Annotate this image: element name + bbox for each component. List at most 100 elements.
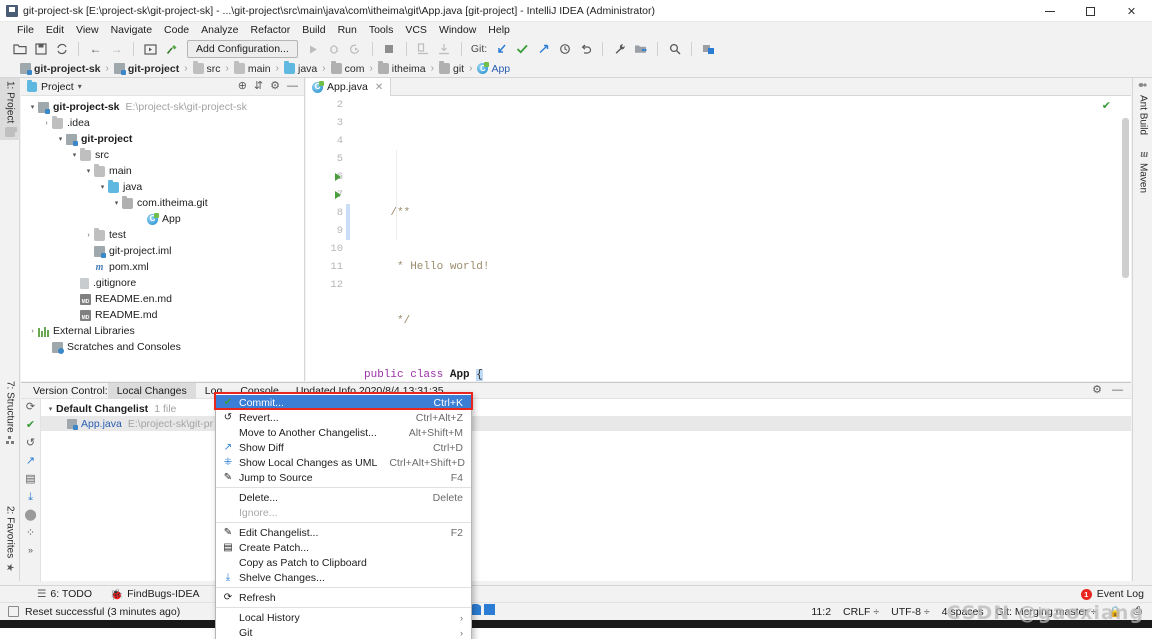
history-icon[interactable] xyxy=(555,40,574,59)
file-encoding[interactable]: UTF-8 ÷ xyxy=(891,606,929,618)
twisty-icon[interactable]: ▾ xyxy=(45,405,56,413)
context-menu-item-local-history[interactable]: Local History › xyxy=(216,610,471,625)
tree-item-git-project-iml[interactable]: git-project.iml xyxy=(21,243,304,259)
show-diff-icon[interactable]: ↗ xyxy=(26,456,35,467)
twisty-icon[interactable]: ▾ xyxy=(97,183,108,191)
minimize-button[interactable] xyxy=(1029,0,1070,22)
context-menu-item-edit-changelist[interactable]: ✎ Edit Changelist... F2 xyxy=(216,525,471,540)
git-commit-icon[interactable] xyxy=(513,40,532,59)
run-configurations-icon[interactable] xyxy=(141,40,160,59)
context-menu-item-git[interactable]: Git › xyxy=(216,625,471,639)
settings-gear-icon[interactable]: ⚙ xyxy=(270,81,280,92)
context-menu-item-show-diff[interactable]: ↗ Show Diff Ctrl+D xyxy=(216,440,471,455)
tree-item-java[interactable]: ▾ java xyxy=(21,179,304,195)
git-branch-widget[interactable]: Git: Merging master ÷ xyxy=(996,606,1097,618)
save-all-icon[interactable] xyxy=(31,40,50,59)
tree-item-scratches-and-consoles[interactable]: Scratches and Consoles xyxy=(21,339,304,355)
ignore-icon[interactable]: ⬤ xyxy=(24,510,36,521)
twisty-icon[interactable]: ▾ xyxy=(111,199,122,207)
stop-icon[interactable] xyxy=(380,40,399,59)
breadcrumb-item-git[interactable]: git xyxy=(439,61,464,75)
context-menu-item-revert[interactable]: ↺ Revert... Ctrl+Alt+Z xyxy=(216,410,471,425)
sync-refresh-icon[interactable] xyxy=(52,40,71,59)
breadcrumb-item-itheima[interactable]: itheima xyxy=(377,61,426,75)
context-menu-item-refresh[interactable]: ⟳ Refresh xyxy=(216,590,471,605)
group-by-icon[interactable]: ⁘ xyxy=(26,528,35,539)
shelve-icon[interactable]: ⤓ xyxy=(28,492,33,503)
stop-all-icon[interactable] xyxy=(414,40,433,59)
run-icon[interactable] xyxy=(304,40,323,59)
back-arrow-icon[interactable]: ← xyxy=(86,40,105,59)
menu-run[interactable]: Run xyxy=(332,24,363,36)
menu-vcs[interactable]: VCS xyxy=(399,24,433,36)
menu-view[interactable]: View xyxy=(70,24,105,36)
menu-refactor[interactable]: Refactor xyxy=(245,24,297,36)
git-update-icon[interactable] xyxy=(492,40,511,59)
inspections-icon[interactable]: ⎙ xyxy=(1134,605,1142,618)
profile-icon[interactable] xyxy=(435,40,454,59)
refresh-icon[interactable]: ⟳ xyxy=(26,402,35,413)
rollback-icon[interactable] xyxy=(576,40,595,59)
run-gutter-icon[interactable] xyxy=(333,190,343,200)
run-gutter-icon[interactable] xyxy=(333,172,343,182)
breadcrumb-item-com[interactable]: com xyxy=(330,61,364,75)
add-configuration-button[interactable]: Add Configuration... xyxy=(187,40,298,58)
twisty-icon[interactable]: › xyxy=(41,120,52,127)
changelist-row[interactable]: ▾ Default Changelist 1 file xyxy=(41,401,1131,416)
edit-changelist-icon[interactable]: ▤ xyxy=(25,474,35,485)
twisty-icon[interactable]: ▾ xyxy=(69,151,80,159)
tab-local-changes[interactable]: Local Changes xyxy=(107,382,196,399)
tree-item-readme-md[interactable]: MD README.md xyxy=(21,307,304,323)
sidebar-item-structure[interactable]: 7: Structure xyxy=(0,378,20,450)
tree-item-readme-en-md[interactable]: MD README.en.md xyxy=(21,291,304,307)
project-structure-icon[interactable] xyxy=(631,40,650,59)
code-area[interactable]: 2 3 4 5 6 7 8 9 10 11 12 xyxy=(306,96,1131,597)
inspection-status-icon[interactable]: ✔ xyxy=(1102,98,1111,116)
build-hammer-icon[interactable] xyxy=(162,40,181,59)
grid-icon[interactable] xyxy=(484,604,495,615)
settings-wrench-icon[interactable] xyxy=(610,40,629,59)
sidebar-item-favorites[interactable]: 2: Favorites ★ xyxy=(0,503,20,575)
twisty-icon[interactable]: ▾ xyxy=(27,103,38,111)
tab-findbugs-idea[interactable]: 🐞 FindBugs-IDEA xyxy=(101,588,208,601)
event-log-area[interactable]: 1 Event Log xyxy=(1080,588,1152,600)
twisty-icon[interactable]: ▾ xyxy=(55,135,66,143)
sidebar-item-project[interactable]: 1: Project xyxy=(0,78,20,141)
menu-tools[interactable]: Tools xyxy=(363,24,400,36)
context-menu-item-create-patch[interactable]: ▤ Create Patch... xyxy=(216,540,471,555)
breadcrumb-item-main[interactable]: main xyxy=(233,61,271,75)
context-menu-item-copy-as-patch-to-clipboard[interactable]: Copy as Patch to Clipboard xyxy=(216,555,471,570)
menu-navigate[interactable]: Navigate xyxy=(105,24,158,36)
menu-code[interactable]: Code xyxy=(158,24,195,36)
twisty-icon[interactable]: › xyxy=(83,232,94,239)
more-icon[interactable]: » xyxy=(28,546,33,555)
commit-check-icon[interactable]: ✔ xyxy=(26,420,35,431)
breadcrumb-item-src[interactable]: src xyxy=(192,61,221,75)
close-icon[interactable]: ✕ xyxy=(375,82,383,93)
sidebar-item-maven[interactable]: m Maven xyxy=(1133,146,1152,196)
menu-analyze[interactable]: Analyze xyxy=(195,24,244,36)
tree-item-git-project[interactable]: ▾ git-project xyxy=(21,131,304,147)
debug-icon[interactable] xyxy=(325,40,344,59)
editor-scrollbar[interactable] xyxy=(1122,118,1129,278)
menu-window[interactable]: Window xyxy=(433,24,482,36)
context-menu-item-shelve-changes[interactable]: ⤓ Shelve Changes... xyxy=(216,570,471,585)
collapse-all-icon[interactable]: ⇵ xyxy=(254,81,263,92)
sidebar-item-ant-build[interactable]: Ant Build xyxy=(1133,78,1152,138)
tree-item-com-itheima-git[interactable]: ▾ com.itheima.git xyxy=(21,195,304,211)
menu-file[interactable]: File xyxy=(11,24,40,36)
tree-item-idea[interactable]: › .idea xyxy=(21,115,304,131)
menu-help[interactable]: Help xyxy=(482,24,516,36)
tree-item-gitignore[interactable]: .gitignore xyxy=(21,275,304,291)
context-menu-item-move-to-another-changelist[interactable]: Move to Another Changelist... Alt+Shift+… xyxy=(216,425,471,440)
tree-item-test[interactable]: › test xyxy=(21,227,304,243)
tree-item-src[interactable]: ▾ src xyxy=(21,147,304,163)
close-icon[interactable]: ✕ xyxy=(1111,0,1152,22)
run-coverage-icon[interactable] xyxy=(346,40,365,59)
breadcrumb-item-git-project-sk[interactable]: git-project-sk xyxy=(20,63,101,75)
chevron-down-icon[interactable]: ▾ xyxy=(78,82,82,91)
line-separator[interactable]: CRLF ÷ xyxy=(843,606,879,618)
event-log-label[interactable]: Event Log xyxy=(1097,588,1144,600)
hide-icon[interactable]: — xyxy=(1112,385,1123,396)
caret-position[interactable]: 11:2 xyxy=(811,606,831,618)
